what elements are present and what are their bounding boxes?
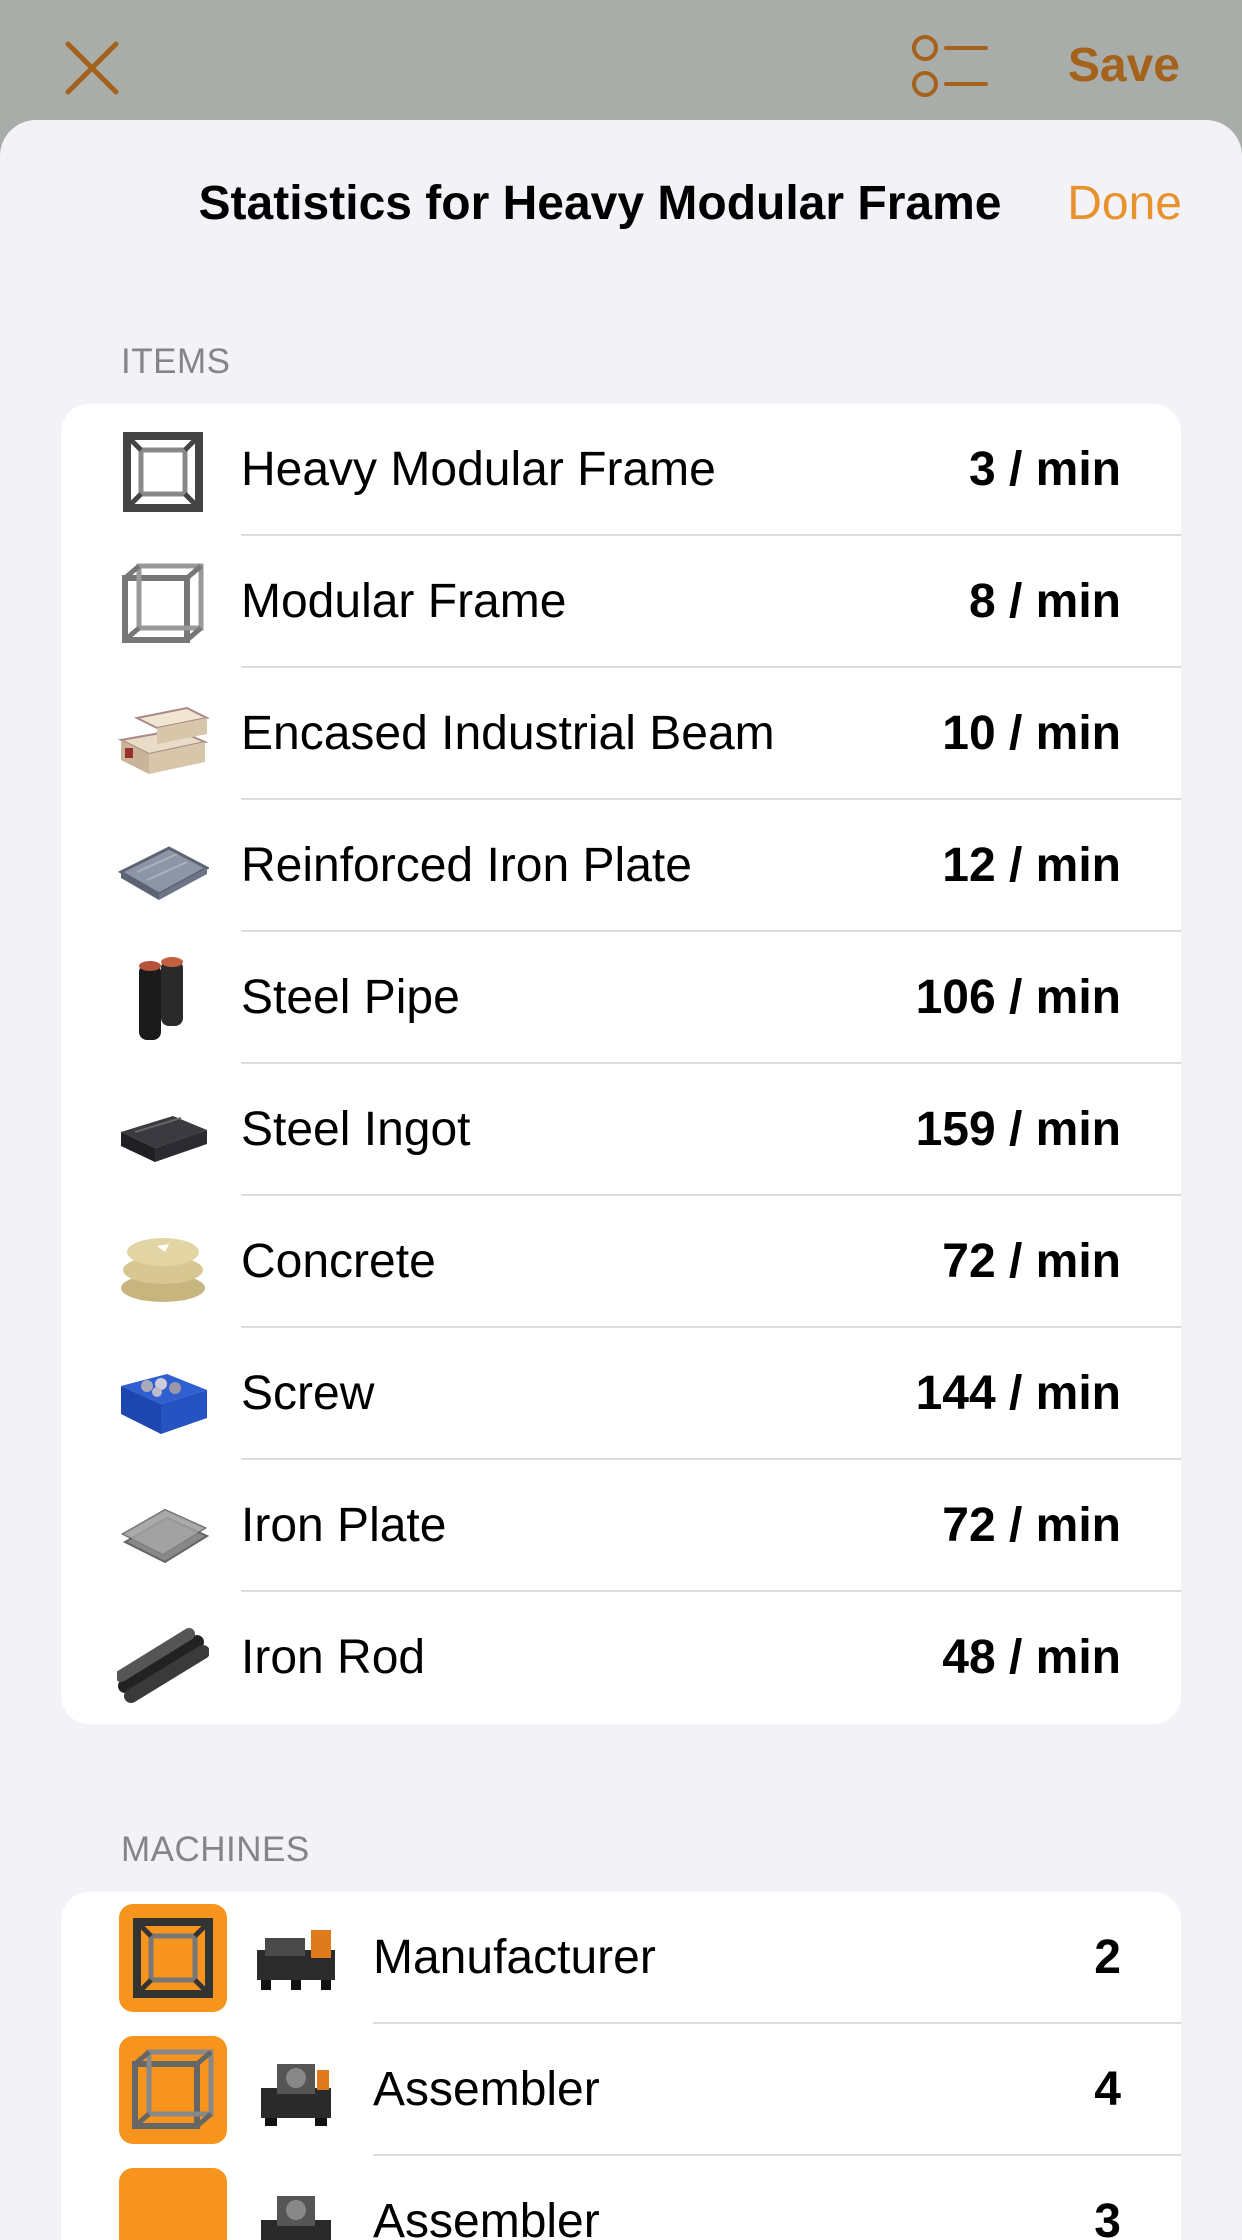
manufacturer-icon: [257, 1930, 335, 1990]
item-name: Concrete: [241, 1235, 436, 1288]
save-button[interactable]: Save: [1068, 36, 1180, 96]
encased-industrial-beam-icon: [117, 706, 209, 774]
done-button[interactable]: Done: [1067, 174, 1182, 234]
list-item[interactable]: Assembler 4: [61, 2024, 1181, 2156]
item-name: Iron Plate: [241, 1499, 447, 1552]
statistics-sheet: Statistics for Heavy Modular Frame Done …: [0, 120, 1242, 2240]
concrete-icon: [121, 1238, 205, 1302]
list-item[interactable]: Assembler 3: [61, 2156, 1181, 2240]
machine-count: 2: [1094, 1931, 1121, 1984]
iron-plate-icon: [120, 1508, 209, 1564]
machine-count: 3: [1094, 2195, 1121, 2240]
list-item[interactable]: Encased Industrial Beam 10 / min: [61, 668, 1181, 800]
list-item[interactable]: Concrete 72 / min: [61, 1196, 1181, 1328]
item-name: Heavy Modular Frame: [241, 443, 716, 496]
list-item[interactable]: Modular Frame 8 / min: [61, 536, 1181, 668]
items-section-header: ITEMS: [121, 342, 231, 381]
close-button[interactable]: [62, 38, 122, 98]
list-item[interactable]: Manufacturer 2: [61, 1892, 1181, 2024]
items-list: Heavy Modular Frame 3 / min Modular Fram…: [61, 404, 1181, 1724]
list-item[interactable]: Iron Plate 72 / min: [61, 1460, 1181, 1592]
item-name: Screw: [241, 1367, 375, 1420]
options-list-button[interactable]: [910, 32, 990, 102]
item-rate: 72 / min: [942, 1235, 1121, 1288]
machine-name: Assembler: [373, 2195, 600, 2240]
screw-icon: [121, 1374, 207, 1434]
item-rate: 106 / min: [915, 971, 1121, 1024]
list-item[interactable]: Reinforced Iron Plate 12 / min: [61, 800, 1181, 932]
sheet-title: Statistics for Heavy Modular Frame: [198, 177, 1002, 230]
machines-list: Manufacturer 2 Assembler 4 Assembler 3: [61, 1892, 1181, 2240]
modular-frame-tile: [119, 2036, 227, 2144]
reinforced-iron-plate-icon: [117, 846, 209, 900]
close-icon: [65, 41, 119, 95]
list-item[interactable]: Steel Pipe 106 / min: [61, 932, 1181, 1064]
item-rate: 10 / min: [942, 707, 1121, 760]
item-name: Reinforced Iron Plate: [241, 839, 692, 892]
item-rate: 3 / min: [968, 443, 1121, 496]
item-rate: 12 / min: [942, 839, 1121, 892]
machines-section-header: MACHINES: [121, 1830, 310, 1869]
steel-ingot-icon: [121, 1116, 207, 1162]
heavy-modular-frame-icon: [123, 432, 203, 512]
item-name: Steel Ingot: [241, 1103, 471, 1156]
list-item[interactable]: Screw 144 / min: [61, 1328, 1181, 1460]
machine-name: Assembler: [373, 2063, 600, 2116]
item-name: Modular Frame: [241, 575, 567, 628]
encased-industrial-beam-tile: [119, 2168, 227, 2240]
item-name: Steel Pipe: [241, 971, 460, 1024]
machine-count: 4: [1094, 2063, 1121, 2116]
steel-pipe-icon: [139, 957, 183, 1040]
item-rate: 48 / min: [942, 1631, 1121, 1684]
assembler-icon: [261, 2064, 331, 2126]
item-name: Iron Rod: [241, 1631, 426, 1684]
item-rate: 72 / min: [942, 1499, 1121, 1552]
assembler-icon: [261, 2196, 331, 2240]
top-bar: Save: [0, 0, 1242, 125]
item-rate: 159 / min: [915, 1103, 1121, 1156]
machine-name: Manufacturer: [373, 1931, 656, 1984]
heavy-modular-frame-tile: [119, 1904, 227, 2012]
iron-rod-icon: [117, 1628, 209, 1703]
item-rate: 144 / min: [915, 1367, 1121, 1420]
list-item[interactable]: Heavy Modular Frame 3 / min: [61, 404, 1181, 536]
list-options-icon: [912, 35, 988, 97]
list-item[interactable]: Iron Rod 48 / min: [61, 1592, 1181, 1724]
modular-frame-icon: [122, 563, 204, 643]
list-item[interactable]: Steel Ingot 159 / min: [61, 1064, 1181, 1196]
item-name: Encased Industrial Beam: [241, 707, 775, 760]
item-rate: 8 / min: [968, 575, 1121, 628]
